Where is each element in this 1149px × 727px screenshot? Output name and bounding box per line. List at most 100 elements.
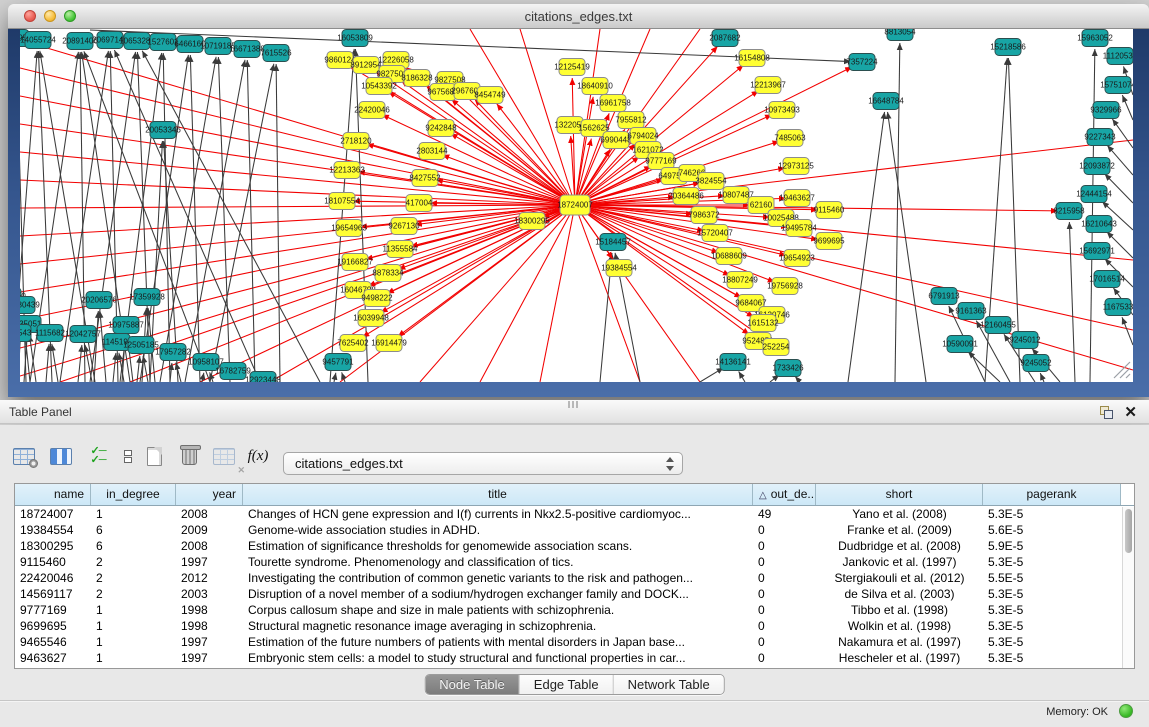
- graph-edge[interactable]: [113, 353, 116, 382]
- graph-edge[interactable]: [575, 205, 640, 382]
- graph-edge[interactable]: [1069, 222, 1075, 382]
- graph-edge[interactable]: [888, 112, 926, 382]
- graph-edge[interactable]: [382, 115, 575, 205]
- graph-edge[interactable]: [20, 205, 575, 236]
- graph-node-label: 18640910: [577, 82, 613, 91]
- table-cell: 5.3E-5: [983, 602, 1121, 618]
- vertical-scrollbar[interactable]: [1122, 507, 1134, 668]
- graph-edge[interactable]: [700, 368, 724, 382]
- graph-edge[interactable]: [52, 344, 58, 382]
- graph-edge[interactable]: [20, 205, 575, 208]
- table-row[interactable]: 977716911998Corpus callosum shape and si…: [15, 602, 1134, 618]
- graph-edge[interactable]: [334, 373, 336, 382]
- column-header-in-degree[interactable]: in_degree: [91, 484, 176, 505]
- table-cell: Wolkin et al. (1998): [816, 618, 983, 634]
- table-row[interactable]: 2242004622012Investigating the contribut…: [15, 570, 1134, 586]
- column-header-name[interactable]: name: [15, 484, 91, 505]
- graph-edge[interactable]: [30, 335, 36, 382]
- table-cell: Structural magnetic resonance image aver…: [243, 618, 753, 634]
- graph-edge[interactable]: [848, 112, 885, 382]
- graph-node-label: 391543: [20, 329, 32, 338]
- new-table-icon[interactable]: [138, 441, 170, 471]
- graph-edge[interactable]: [20, 205, 575, 292]
- graph-edge[interactable]: [739, 371, 745, 382]
- graph-node-label: 15692971: [1079, 247, 1115, 256]
- graph-node-label: 6791913: [928, 292, 960, 301]
- graph-edge[interactable]: [143, 356, 148, 382]
- graph-edge[interactable]: [330, 49, 354, 382]
- table-row[interactable]: 1938455462009Genome-wide association stu…: [15, 522, 1134, 538]
- graph-edge[interactable]: [1122, 317, 1133, 345]
- table-row[interactable]: 946362711997Embryonic stem cells: a mode…: [15, 650, 1134, 666]
- graph-edge[interactable]: [355, 49, 368, 382]
- graph-edge[interactable]: [78, 345, 82, 382]
- graph-node-label: 19166827: [337, 258, 373, 267]
- graph-edge[interactable]: [575, 205, 1133, 370]
- table-row[interactable]: 946554611997Estimation of the future num…: [15, 634, 1134, 650]
- graph-node-label: 11355584: [383, 245, 419, 254]
- graph-edge[interactable]: [1105, 174, 1133, 203]
- graph-node-label: 16914479: [371, 339, 407, 348]
- graph-node-label: 20053346: [145, 126, 181, 135]
- window-titlebar[interactable]: citations_edges.txt: [8, 4, 1149, 29]
- graph-node-label: 9267130: [388, 222, 420, 231]
- table-cell: Changes of HCN gene expression and I(f) …: [243, 506, 753, 522]
- network-graph[interactable]: 9860124891295412226058982750981863281054…: [20, 29, 1133, 382]
- graph-node-label: 18300295: [514, 217, 550, 226]
- graph-edge[interactable]: [540, 205, 575, 382]
- tab-network-table[interactable]: Network Table: [614, 675, 724, 694]
- table-row[interactable]: 1456911722003Disruption of a novel membe…: [15, 586, 1134, 602]
- graph-edge[interactable]: [210, 64, 274, 382]
- graph-node-label: 18107554: [324, 197, 360, 206]
- resize-grip-icon[interactable]: [1120, 368, 1130, 378]
- column-header-out-de-[interactable]: △out_de...: [753, 484, 816, 505]
- column-visibility-icon[interactable]: [45, 441, 77, 471]
- splitter-grip[interactable]: [568, 401, 580, 408]
- graph-edge[interactable]: [185, 60, 245, 382]
- graph-edge[interactable]: [1040, 373, 1044, 382]
- function-builder-icon[interactable]: f(x): [242, 441, 274, 471]
- tab-node-table[interactable]: Node Table: [425, 675, 520, 694]
- table-options-icon[interactable]: [8, 441, 40, 471]
- table-row[interactable]: 969969511998Structural magnetic resonanc…: [15, 618, 1134, 634]
- table-cell: 5.6E-5: [983, 522, 1121, 538]
- graph-node-label: 19756928: [767, 282, 803, 291]
- graph-edge[interactable]: [276, 64, 280, 382]
- graph-edge[interactable]: [20, 96, 575, 205]
- table-selector-dropdown[interactable]: citations_edges.txt: [283, 452, 683, 475]
- float-panel-icon[interactable]: [1100, 406, 1113, 419]
- table-cell: Investigating the contribution of common…: [243, 570, 753, 586]
- table-cell: de Silva et al. (2003): [816, 586, 983, 602]
- graph-node-label: 12213967: [750, 81, 786, 90]
- column-header-year[interactable]: year: [176, 484, 243, 505]
- graph-edge[interactable]: [795, 376, 800, 382]
- network-canvas[interactable]: 9860124891295412226058982750981863281054…: [20, 29, 1133, 382]
- graph-edge[interactable]: [176, 363, 181, 382]
- table-row[interactable]: 1872400712008Changes of HCN gene express…: [15, 506, 1134, 522]
- memory-status-icon: [1119, 704, 1133, 718]
- graph-edge[interactable]: [85, 345, 92, 382]
- delete-table-icon[interactable]: [173, 441, 205, 471]
- graph-edge[interactable]: [270, 205, 575, 382]
- table-cell: Nakamura et al. (1997): [816, 634, 983, 650]
- table-row[interactable]: 911546021997Tourette syndrome. Phenomeno…: [15, 554, 1134, 570]
- graph-edge[interactable]: [137, 52, 150, 382]
- graph-node-label: 19654923: [779, 254, 815, 263]
- table-cell: Tibbo et al. (1998): [816, 602, 983, 618]
- table-row[interactable]: 1830029562008Estimation of significance …: [15, 538, 1134, 554]
- graph-node-label: 6794024: [627, 132, 659, 141]
- graph-node-label: 20364486: [668, 192, 704, 201]
- resize-grip-icon[interactable]: [1126, 374, 1130, 378]
- graph-edge[interactable]: [46, 344, 49, 382]
- column-header-title[interactable]: title: [243, 484, 753, 505]
- scrollbar-thumb[interactable]: [1125, 509, 1132, 553]
- column-header-short[interactable]: short: [816, 484, 983, 505]
- column-header-pagerank[interactable]: pagerank: [983, 484, 1121, 505]
- row-selection-icon[interactable]: ✓─✓─: [82, 441, 114, 471]
- close-panel-icon[interactable]: ✕: [1124, 403, 1137, 421]
- graph-edge[interactable]: [1122, 95, 1133, 120]
- table-cell: 2003: [176, 586, 243, 602]
- graph-node-label: 10590091: [942, 340, 978, 349]
- table-cell: 1997: [176, 634, 243, 650]
- tab-edge-table[interactable]: Edge Table: [520, 675, 614, 694]
